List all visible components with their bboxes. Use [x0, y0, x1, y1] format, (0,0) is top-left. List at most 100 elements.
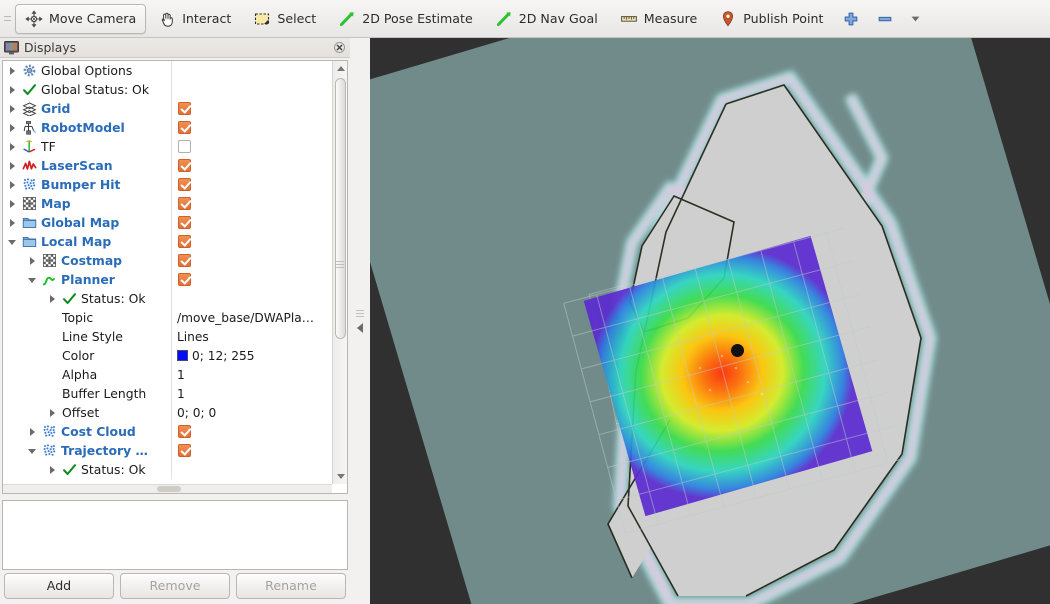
display-enable-checkbox[interactable] — [178, 273, 191, 286]
tree-row[interactable]: Cost Cloud — [3, 422, 332, 441]
remove-button[interactable]: Remove — [120, 572, 230, 599]
tool-select[interactable]: Select — [243, 4, 326, 34]
tree-row[interactable]: Buffer Length 1 — [3, 384, 332, 403]
chevron-right-icon[interactable] — [7, 160, 18, 171]
tree-row[interactable]: Line Style Lines — [3, 327, 332, 346]
add-tool-button[interactable] — [835, 4, 867, 34]
tree-row[interactable]: RobotModel — [3, 118, 332, 137]
display-enable-checkbox[interactable] — [178, 197, 191, 210]
tree-row-value[interactable]: 1 — [171, 365, 332, 384]
displays-panel-title: Displays — [24, 40, 77, 55]
display-enable-checkbox[interactable] — [178, 235, 191, 248]
tool-measure[interactable]: Measure — [610, 4, 708, 34]
add-button[interactable]: Add — [4, 572, 114, 599]
tree-row[interactable]: Offset 0; 0; 0 — [3, 403, 332, 422]
tree-row[interactable]: Status: Ok — [3, 460, 332, 479]
scroll-up-arrow-icon[interactable] — [333, 61, 347, 76]
chevron-right-icon[interactable] — [7, 217, 18, 228]
tree-row[interactable]: Trajectory … — [3, 441, 332, 460]
tree-row-value[interactable] — [171, 441, 332, 460]
tree-row-value[interactable] — [171, 137, 332, 156]
tree-row[interactable]: Status: Ok — [3, 289, 332, 308]
display-enable-checkbox[interactable] — [178, 178, 191, 191]
tree-row-value[interactable] — [171, 99, 332, 118]
chevron-right-icon[interactable] — [7, 103, 18, 114]
scroll-down-arrow-icon[interactable] — [333, 469, 347, 484]
tree-row[interactable]: Planner — [3, 270, 332, 289]
tree-row[interactable]: TF — [3, 137, 332, 156]
tree-row[interactable]: Topic/move_base/DWAPla… — [3, 308, 332, 327]
chevron-right-icon[interactable] — [7, 198, 18, 209]
tree-row-value[interactable]: 0; 0; 0 — [171, 403, 332, 422]
chevron-right-icon[interactable] — [47, 293, 58, 304]
chevron-right-icon[interactable] — [27, 255, 38, 266]
chevron-right-icon[interactable] — [7, 122, 18, 133]
move-camera-icon — [25, 9, 43, 28]
tree-row[interactable]: Alpha 1 — [3, 365, 332, 384]
displays-tree[interactable]: Global Options Global Status: Ok Grid Rob… — [3, 61, 332, 484]
tree-row[interactable]: Grid — [3, 99, 332, 118]
display-enable-checkbox[interactable] — [178, 444, 191, 457]
tool-2d-nav-goal[interactable]: 2D Nav Goal — [485, 4, 608, 34]
chevron-right-icon[interactable] — [7, 65, 18, 76]
color-swatch[interactable] — [177, 350, 188, 361]
tree-row[interactable]: Color 0; 12; 255 — [3, 346, 332, 365]
chevron-right-icon[interactable] — [47, 464, 58, 475]
robot-footprint-marker — [731, 344, 744, 357]
tree-row-value[interactable] — [171, 213, 332, 232]
collapse-panel-arrow-icon[interactable] — [356, 322, 365, 333]
tree-row[interactable]: Local Map — [3, 232, 332, 251]
horizontal-scroll-thumb[interactable] — [157, 486, 181, 492]
tree-row-value[interactable] — [171, 270, 332, 289]
tree-row-value[interactable]: /move_base/DWAPla… — [171, 308, 332, 327]
tool-publish-point[interactable]: Publish Point — [709, 4, 833, 34]
tree-row[interactable]: Global Status: Ok — [3, 80, 332, 99]
toolbar-drag-handle[interactable] — [0, 0, 14, 38]
tree-row[interactable]: Global Map — [3, 213, 332, 232]
tree-row-value[interactable] — [171, 422, 332, 441]
displays-tree-horizontal-scrollbar[interactable] — [3, 484, 332, 493]
tree-row[interactable]: Costmap — [3, 251, 332, 270]
tool-interact[interactable]: Interact — [148, 4, 241, 34]
tree-row-value[interactable] — [171, 118, 332, 137]
panel-splitter[interactable] — [350, 38, 370, 604]
display-enable-checkbox[interactable] — [178, 425, 191, 438]
tool-2d-pose-estimate[interactable]: 2D Pose Estimate — [328, 4, 483, 34]
display-enable-checkbox[interactable] — [178, 159, 191, 172]
vertical-scroll-thumb[interactable] — [335, 78, 346, 339]
display-enable-checkbox[interactable] — [178, 121, 191, 134]
chevron-down-icon[interactable] — [27, 274, 38, 285]
chevron-right-icon[interactable] — [27, 426, 38, 437]
tree-row[interactable]: LaserScan — [3, 156, 332, 175]
tree-row-value[interactable]: 1 — [171, 384, 332, 403]
tree-row-value[interactable] — [171, 175, 332, 194]
display-enable-checkbox[interactable] — [178, 254, 191, 267]
chevron-right-icon[interactable] — [7, 141, 18, 152]
tree-row[interactable]: Global Options — [3, 61, 332, 80]
tree-row-value[interactable] — [171, 251, 332, 270]
render-view-3d[interactable] — [370, 38, 1050, 604]
close-icon[interactable] — [332, 41, 346, 55]
displays-panel-titlebar[interactable]: Displays — [0, 38, 350, 58]
tree-row-value[interactable] — [171, 194, 332, 213]
tree-row-value[interactable]: 0; 12; 255 — [171, 346, 332, 365]
display-enable-checkbox[interactable] — [178, 140, 191, 153]
tree-row[interactable]: Bumper Hit — [3, 175, 332, 194]
tree-row-value[interactable] — [171, 156, 332, 175]
display-enable-checkbox[interactable] — [178, 102, 191, 115]
rename-button[interactable]: Rename — [236, 572, 346, 599]
tool-move-camera[interactable]: Move Camera — [15, 3, 147, 34]
tree-row[interactable]: Map — [3, 194, 332, 213]
display-enable-checkbox[interactable] — [178, 216, 191, 229]
toolbar-overflow-button[interactable] — [903, 4, 928, 34]
tree-row-value[interactable]: Lines — [171, 327, 332, 346]
chevron-down-icon[interactable] — [7, 236, 18, 247]
displays-tree-vertical-scrollbar[interactable] — [332, 61, 347, 484]
remove-tool-button[interactable] — [869, 4, 901, 34]
tree-row-value[interactable] — [171, 232, 332, 251]
chevron-right-icon[interactable] — [7, 84, 18, 95]
chevron-right-icon[interactable] — [7, 179, 18, 190]
tree-row-name: Global Options — [3, 63, 171, 78]
chevron-right-icon[interactable] — [47, 407, 58, 418]
chevron-down-icon[interactable] — [27, 445, 38, 456]
